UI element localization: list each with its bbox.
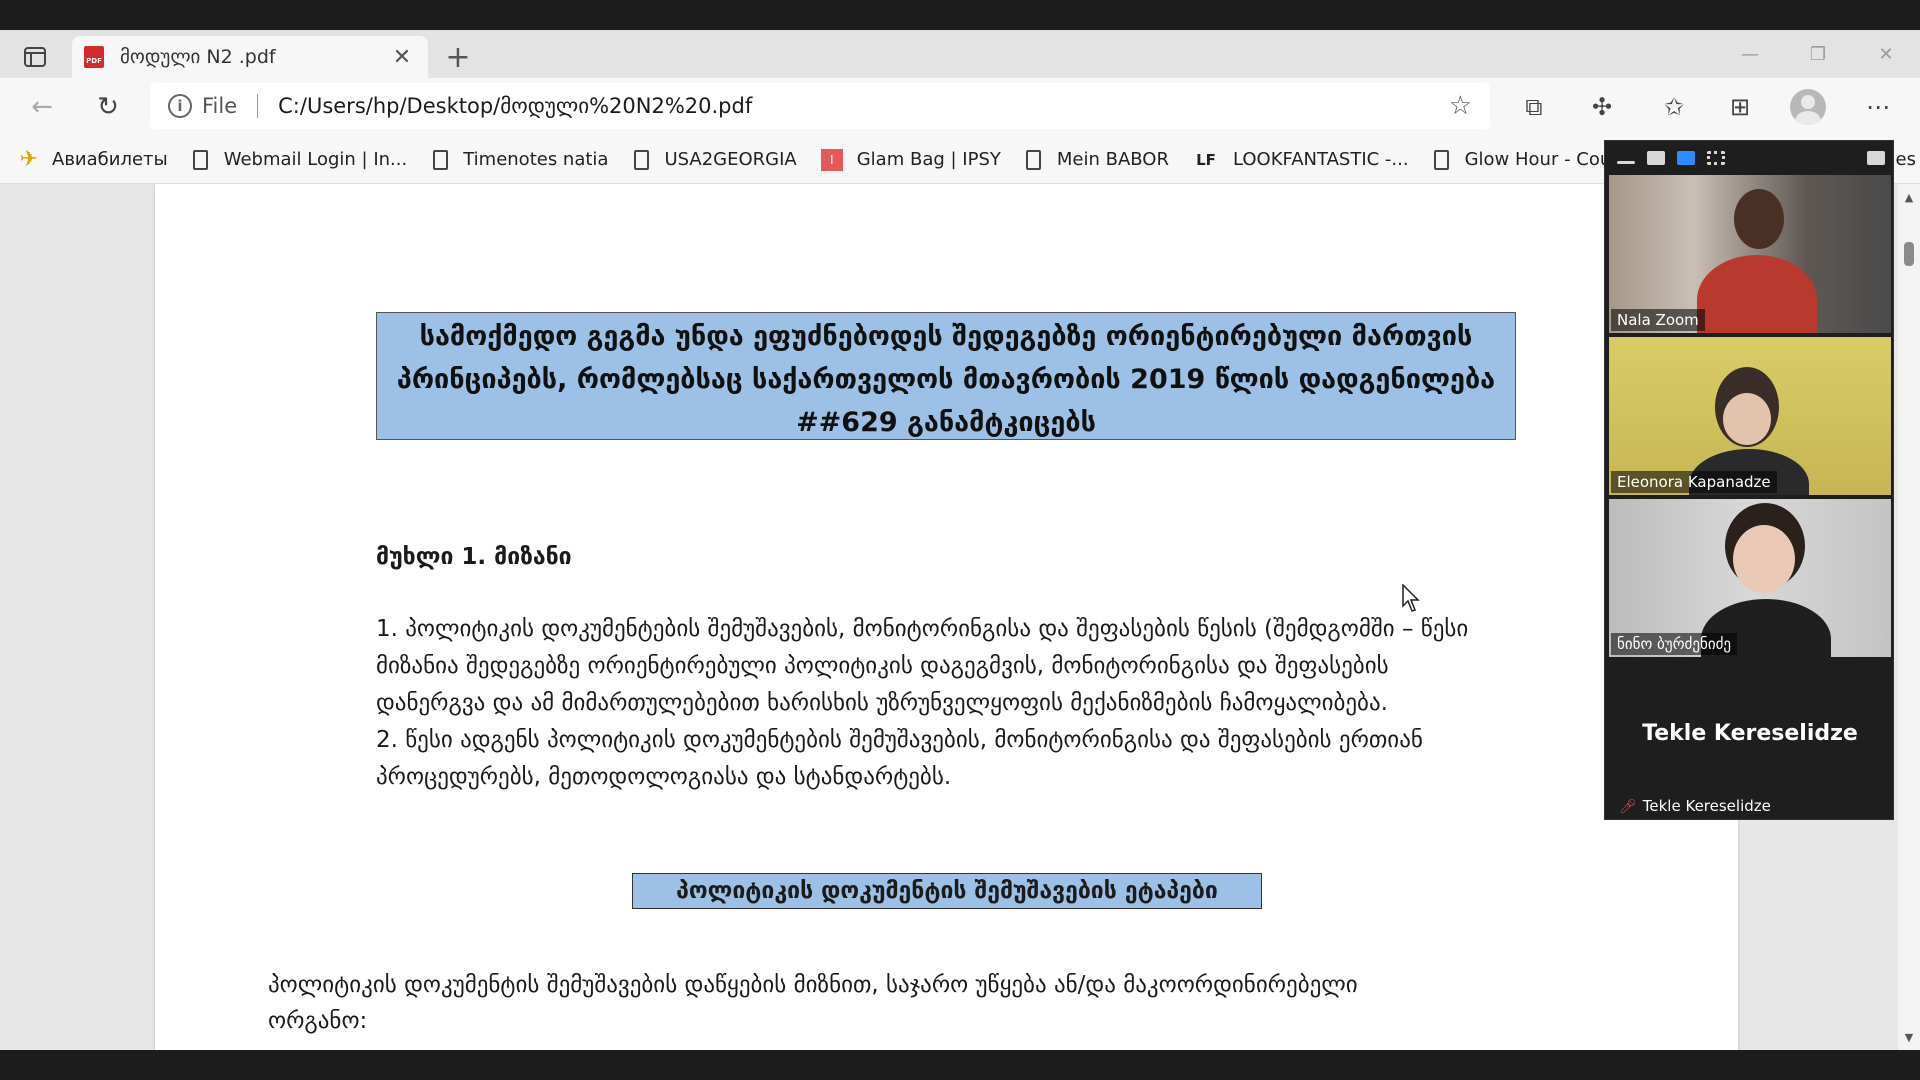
- bookmark-timenotes[interactable]: Timenotes natia: [431, 149, 608, 171]
- lf-icon: LF: [1196, 150, 1216, 169]
- more-menu-icon[interactable]: ⋯: [1858, 87, 1898, 127]
- bookmark-aviabilety[interactable]: ✈ Авиабилеты: [19, 147, 168, 172]
- muted-mic-icon: 🎤︎: [1619, 799, 1637, 815]
- vertical-scrollbar[interactable]: ▲ ▼: [1898, 184, 1920, 1050]
- mouse-cursor-icon: [1402, 584, 1420, 612]
- browser-toolbar: ← ↻ i File C:/Users/hp/Desktop/მოდული%20…: [0, 78, 1920, 136]
- bookmark-label: Webmail Login | In...: [223, 149, 408, 170]
- pdf-title-line: სამოქმედო გეგმა უნდა ეფუძნებოდეს შედეგებ…: [419, 321, 1473, 352]
- address-url[interactable]: C:/Users/hp/Desktop/მოდული%20N2%20.pdf: [278, 94, 1449, 118]
- info-icon[interactable]: i: [168, 94, 192, 118]
- window-controls: — ❐ ✕: [1716, 30, 1920, 78]
- plane-icon: ✈: [19, 147, 39, 172]
- paragraph-line: მიზანია შედეგებზე ორიენტირებული პოლიტიკი…: [376, 653, 1389, 679]
- participant-name-label: 🎤︎ Tekle Kereselidze: [1613, 795, 1777, 817]
- zoom-panel-toolbar: [1605, 141, 1895, 175]
- gallery-view-icon[interactable]: [1707, 151, 1725, 165]
- participant-name: ნინო ბურძენიძე: [1611, 633, 1738, 655]
- address-scheme: File: [202, 94, 238, 118]
- add-favorite-icon[interactable]: ☆: [1449, 91, 1472, 121]
- collections-add-icon[interactable]: ⊞: [1720, 87, 1760, 127]
- paragraph-line: დანერგვა და ამ მიმართულებებით ხარისხის უ…: [376, 690, 1388, 716]
- tab-actions-button[interactable]: [14, 40, 56, 74]
- tab-actions-icon: [24, 47, 46, 67]
- bottom-paragraph: პოლიტიკის დოკუმენტის შემუშავების დაწყები…: [268, 967, 1548, 1039]
- zoom-video-panel[interactable]: Nala Zoom Eleonora Kapanadze ნინო ბურძენ…: [1604, 140, 1894, 820]
- participant-tile[interactable]: Eleonora Kapanadze: [1609, 337, 1891, 495]
- participant-tile[interactable]: ნინო ბურძენიძე: [1609, 499, 1891, 657]
- participant-name: Tekle Kereselidze: [1642, 797, 1771, 815]
- participant-tile[interactable]: Nala Zoom: [1609, 175, 1891, 333]
- page-icon: [1433, 149, 1451, 171]
- bookmark-lookfantastic[interactable]: LF LOOKFANTASTIC -...: [1193, 149, 1409, 171]
- paragraph-line: 2. წესი ადგენს პოლიტიკის დოკუმენტების შე…: [376, 727, 1423, 753]
- bookmark-label: Авиабилеты: [52, 149, 168, 170]
- paragraph-line: ორგანო:: [268, 1008, 368, 1034]
- collections-icon[interactable]: ⧉: [1514, 87, 1554, 127]
- participant-display-name: Tekle Kereselidze: [1642, 721, 1858, 746]
- close-window-button[interactable]: ✕: [1852, 30, 1920, 78]
- speaker-view-icon[interactable]: [1677, 151, 1695, 165]
- page-icon: [192, 149, 210, 171]
- refresh-button[interactable]: ↻: [88, 87, 128, 127]
- bookmark-label: USA2GEORGIA: [664, 149, 797, 170]
- favorites-icon[interactable]: ✩: [1654, 87, 1694, 127]
- pdf-title-line: პრინციპებს, რომლებსაც საქართველოს მთავრო…: [396, 364, 1496, 395]
- restore-button[interactable]: ❐: [1784, 30, 1852, 78]
- page-icon: [632, 149, 650, 171]
- bookmark-label: Glam Bag | IPSY: [856, 149, 1001, 170]
- page-icon: [1025, 149, 1043, 171]
- exit-minimized-icon[interactable]: [1867, 151, 1885, 165]
- scrollbar-thumb[interactable]: [1904, 242, 1914, 266]
- minimize-button[interactable]: —: [1716, 30, 1784, 78]
- profile-avatar[interactable]: [1790, 89, 1826, 125]
- tab-strip: PDF მოდული N2 .pdf ✕ + — ❐ ✕: [0, 30, 1920, 78]
- article-paragraph: 1. პოლიტიკის დოკუმენტების შემუშავების, მ…: [376, 611, 1556, 796]
- minimize-video-icon[interactable]: [1617, 160, 1635, 164]
- participant-name: Eleonora Kapanadze: [1611, 471, 1777, 493]
- tab-close-icon[interactable]: ✕: [388, 45, 416, 70]
- page-icon: [431, 149, 449, 171]
- pdf-title-box: სამოქმედო გეგმა უნდა ეფუძნებოდეს შედეგებ…: [376, 312, 1516, 440]
- scroll-up-icon[interactable]: ▲: [1898, 188, 1920, 208]
- article-heading: მუხლი 1. მიზანი: [376, 544, 572, 570]
- participant-tile[interactable]: Tekle Kereselidze 🎤︎ Tekle Kereselidze: [1609, 661, 1891, 819]
- bookmark-label: LOOKFANTASTIC -...: [1232, 149, 1409, 170]
- scroll-down-icon[interactable]: ▼: [1898, 1028, 1920, 1048]
- bookmark-overflow-label: es: [1895, 149, 1916, 170]
- extensions-icon[interactable]: ✣: [1582, 87, 1622, 127]
- bookmark-glam-bag[interactable]: I Glam Bag | IPSY: [820, 148, 1001, 171]
- bookmark-mein-babor[interactable]: Mein BABOR: [1025, 149, 1169, 171]
- paragraph-line: პროცედურებს, მეთოდოლოგიასა და სტანდარტებ…: [376, 764, 952, 790]
- bookmark-webmail[interactable]: Webmail Login | In...: [192, 149, 407, 171]
- tab-pdf-document[interactable]: PDF მოდული N2 .pdf ✕: [72, 36, 428, 78]
- bookmark-label: Mein BABOR: [1056, 149, 1169, 170]
- bookmark-overflow[interactable]: es: [1896, 149, 1916, 170]
- ipsy-icon: I: [820, 148, 843, 171]
- pdf-title-line: ##629 განამტკიცებს: [796, 407, 1096, 438]
- tab-title: მოდული N2 .pdf: [120, 46, 276, 68]
- new-tab-button[interactable]: +: [440, 40, 476, 75]
- address-separator: [257, 94, 259, 118]
- pdf-icon: PDF: [84, 46, 104, 68]
- paragraph-line: პოლიტიკის დოკუმენტის შემუშავების დაწყები…: [268, 972, 1358, 998]
- paragraph-line: 1. პოლიტიკის დოკუმენტების შემუშავების, მ…: [376, 616, 1469, 642]
- back-button[interactable]: ←: [22, 87, 62, 127]
- bookmark-usa2georgia[interactable]: USA2GEORGIA: [632, 149, 797, 171]
- hide-video-icon[interactable]: [1647, 151, 1665, 165]
- bookmark-label: Timenotes natia: [463, 149, 609, 170]
- address-bar[interactable]: i File C:/Users/hp/Desktop/მოდული%20N2%2…: [150, 83, 1490, 129]
- section-heading: პოლიტიკის დოკუმენტის შემუშავების ეტაპები: [632, 873, 1262, 909]
- participant-name: Nala Zoom: [1611, 309, 1705, 331]
- pdf-page: სამოქმედო გეგმა უნდა ეფუძნებოდეს შედეგებ…: [155, 184, 1738, 1050]
